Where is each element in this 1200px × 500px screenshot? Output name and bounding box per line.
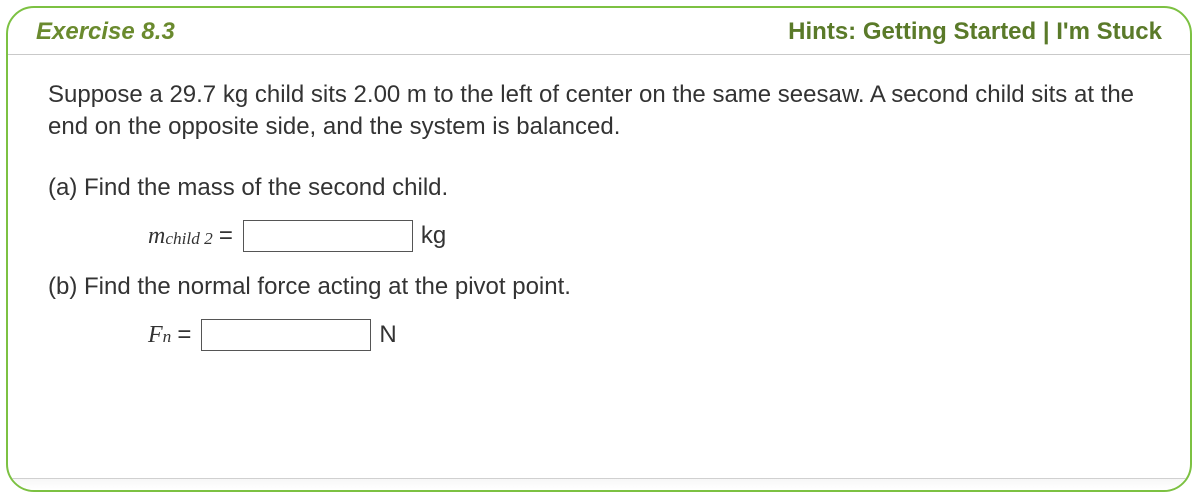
- part-b-subscript: n: [163, 325, 172, 348]
- card-header: Exercise 8.3 Hints: Getting Started | I'…: [8, 8, 1190, 55]
- part-b-unit: N: [379, 319, 396, 351]
- mass-value: 29.7: [169, 81, 216, 108]
- part-b-answer-row: Fn = N: [148, 319, 1150, 351]
- part-a-subscript: child 2: [165, 227, 212, 250]
- problem-text-mass-unit: kg child sits: [216, 81, 353, 108]
- card-body: Suppose a 29.7 kg child sits 2.00 m to t…: [8, 55, 1190, 389]
- part-a-answer-row: mchild 2 = kg: [148, 220, 1150, 252]
- part-b-input[interactable]: [201, 319, 371, 351]
- distance-value: 2.00: [354, 81, 401, 108]
- part-b-equals: =: [177, 319, 191, 351]
- problem-statement: Suppose a 29.7 kg child sits 2.00 m to t…: [48, 79, 1150, 144]
- part-a-var: m: [148, 220, 165, 252]
- card-footer-line: [8, 478, 1190, 490]
- im-stuck-link[interactable]: I'm Stuck: [1056, 18, 1162, 45]
- part-b-var: F: [148, 319, 163, 351]
- hints-block: Hints: Getting Started | I'm Stuck: [788, 18, 1162, 46]
- part-a-unit: kg: [421, 220, 446, 252]
- hints-label: Hints:: [788, 18, 856, 45]
- part-a-label: (a) Find the mass of the second child.: [48, 172, 1150, 204]
- getting-started-link[interactable]: Getting Started: [863, 18, 1036, 45]
- exercise-title: Exercise 8.3: [36, 18, 175, 46]
- problem-text-prefix: Suppose a: [48, 81, 169, 108]
- exercise-card: Exercise 8.3 Hints: Getting Started | I'…: [6, 6, 1192, 492]
- part-a-equals: =: [219, 220, 233, 252]
- part-a-input[interactable]: [243, 220, 413, 252]
- hints-separator: |: [1043, 18, 1050, 45]
- part-b-label: (b) Find the normal force acting at the …: [48, 271, 1150, 303]
